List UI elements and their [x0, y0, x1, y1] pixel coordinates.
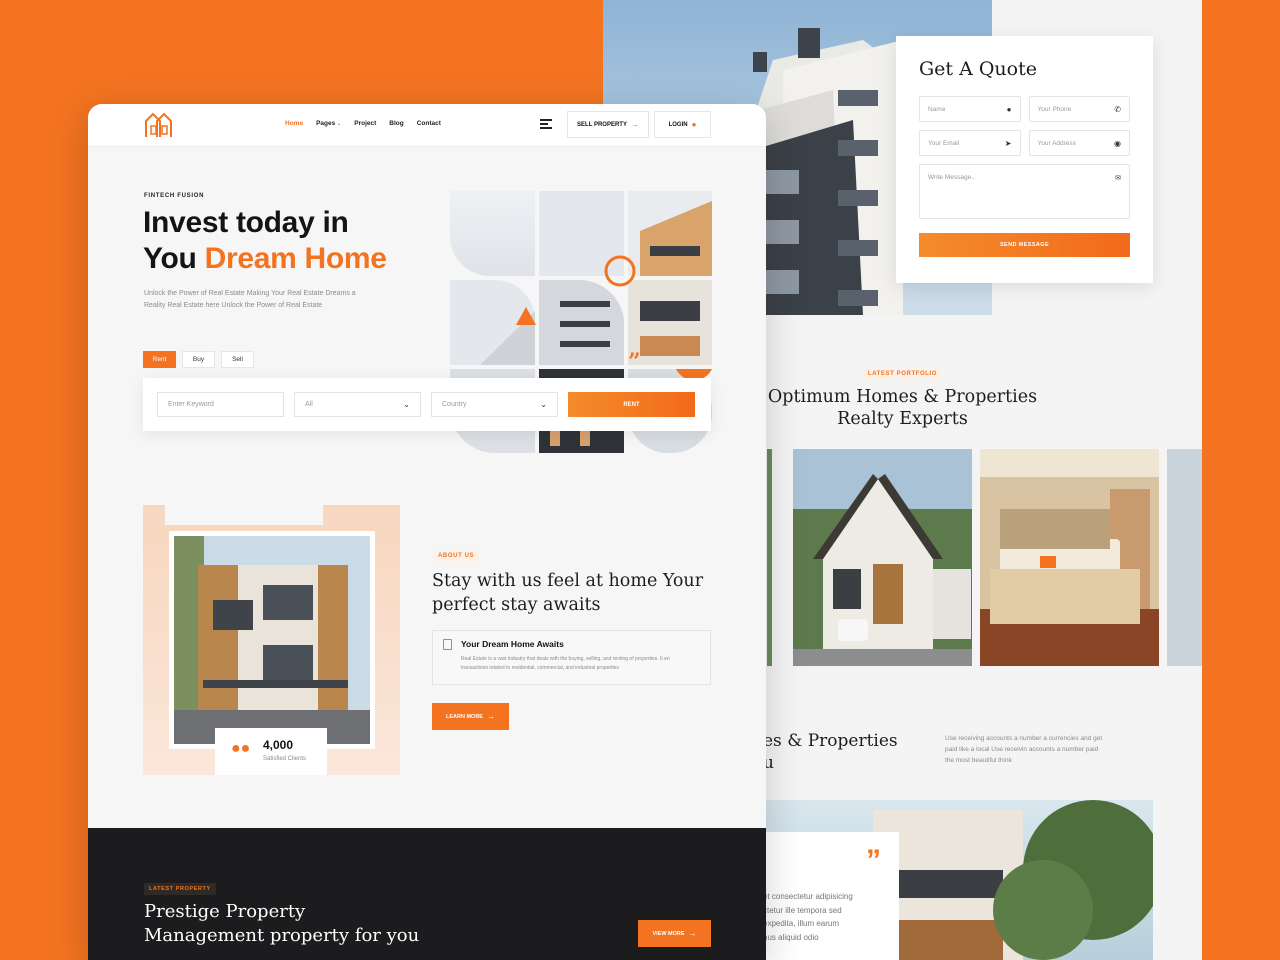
users-icon: ●●: [231, 740, 251, 757]
portfolio-image-house[interactable]: [793, 449, 972, 666]
hero-headline: Invest today in You Dream Home: [143, 206, 387, 275]
latest-property-title: Prestige Property Management property for…: [144, 901, 420, 946]
quote-mark-icon: ”: [866, 844, 881, 877]
hero-kicker: FINTECH FUSION: [144, 193, 205, 199]
nav-pages[interactable]: Pages ⌄: [316, 120, 341, 127]
nav-home[interactable]: Home: [285, 120, 303, 127]
phone-icon: ✆: [1114, 104, 1121, 114]
about-title: Stay with us feel at home Your perfect st…: [432, 571, 704, 615]
arrow-right-icon: →: [486, 712, 495, 721]
portfolio-image-partial-left[interactable]: [767, 449, 772, 666]
satisfied-clients-card: ●● 4,000 Satisfied Clients: [215, 728, 327, 775]
bottom-section-title: es & Properties u: [763, 731, 898, 773]
clients-label: Satisfied Clients: [263, 756, 307, 762]
main-menu: Home Pages ⌄ Project Blog Contact: [285, 120, 441, 127]
feature-title: Your Dream Home Awaits: [461, 639, 564, 649]
tab-sell[interactable]: Sell: [221, 351, 254, 368]
send-message-button[interactable]: SEND MESSAGE: [919, 233, 1130, 257]
nav-project[interactable]: Project: [354, 120, 376, 127]
front-page: Home Pages ⌄ Project Blog Contact SELL P…: [88, 104, 766, 960]
message-field[interactable]: Write Message.. ✉: [919, 164, 1130, 219]
house-logo-icon[interactable]: [144, 111, 176, 139]
sell-property-button[interactable]: SELL PROPERTY →: [567, 111, 649, 138]
tab-buy[interactable]: Buy: [182, 351, 215, 368]
email-field[interactable]: Your Email ➤: [919, 130, 1021, 156]
user-icon: ●: [1006, 104, 1012, 114]
nav-contact[interactable]: Contact: [417, 120, 441, 127]
clients-count: 4,000: [263, 738, 294, 752]
chevron-down-icon: ⌄: [540, 400, 547, 409]
portfolio-image-bedroom[interactable]: [980, 449, 1159, 666]
about-tag: ABOUT US: [433, 551, 480, 561]
latest-property-tag: LATEST PROPERTY: [144, 883, 216, 895]
phone-field[interactable]: Your Phone ✆: [1028, 96, 1130, 122]
arrow-right-icon: →: [688, 929, 697, 938]
testimonial-text: et consectetur adipisicing ctetur ille t…: [763, 892, 853, 942]
portfolio-image-partial-right[interactable]: [1167, 449, 1202, 666]
hamburger-menu-icon[interactable]: [540, 119, 552, 129]
rent-search-button[interactable]: RENT: [568, 392, 695, 417]
nav-blog[interactable]: Blog: [389, 120, 403, 127]
send-icon: ➤: [1004, 138, 1012, 148]
user-icon: ●: [691, 120, 697, 129]
quote-form: Get A Quote Name ● Your Phone ✆ Your Email…: [896, 36, 1153, 283]
about-house-image: ●● 4,000 Satisfied Clients: [143, 505, 400, 775]
latest-property-section: LATEST PROPERTY Prestige Property Managem…: [88, 828, 766, 960]
testimonial-card: ” et consectetur adipisicing ctetur ille…: [763, 832, 899, 960]
property-search-bar: Enter Keyword All ⌄ Country ⌄ RENT: [143, 378, 711, 431]
type-select[interactable]: All ⌄: [294, 392, 421, 417]
quote-title: Get A Quote: [919, 58, 1037, 80]
keyword-input[interactable]: Enter Keyword: [157, 392, 284, 417]
chevron-down-icon: ⌄: [403, 400, 410, 409]
chevron-down-icon: ⌄: [337, 121, 342, 127]
address-field[interactable]: Your Address ◉: [1028, 130, 1130, 156]
view-more-button[interactable]: VIEW MORE →: [638, 920, 711, 947]
feature-description: Real Estate is a vast industry that deal…: [461, 656, 670, 671]
hero-subtext: Unlock the Power of Real Estate Making Y…: [144, 290, 356, 309]
learn-more-button[interactable]: LEARN MORE →: [432, 703, 509, 730]
bottom-section-paragraph: Use receiving accounts a number a curren…: [945, 735, 1103, 764]
mail-icon: ✉: [1115, 175, 1121, 182]
listing-type-tabs: Rent Buy Sell: [143, 351, 254, 368]
tab-rent[interactable]: Rent: [143, 351, 176, 368]
svg-text:”: ”: [628, 349, 641, 375]
login-button[interactable]: LOGIN ●: [654, 111, 711, 138]
arrow-right-icon: →: [630, 120, 639, 129]
location-pin-icon: ◉: [1114, 138, 1121, 148]
top-navigation: Home Pages ⌄ Project Blog Contact SELL P…: [88, 104, 766, 147]
portfolio-tag: LATEST PORTFOLIO: [862, 369, 943, 379]
feature-box: Your Dream Home Awaits Real Estate is a …: [432, 630, 711, 685]
country-select[interactable]: Country ⌄: [431, 392, 558, 417]
document-icon: [443, 639, 452, 650]
name-field[interactable]: Name ●: [919, 96, 1021, 122]
